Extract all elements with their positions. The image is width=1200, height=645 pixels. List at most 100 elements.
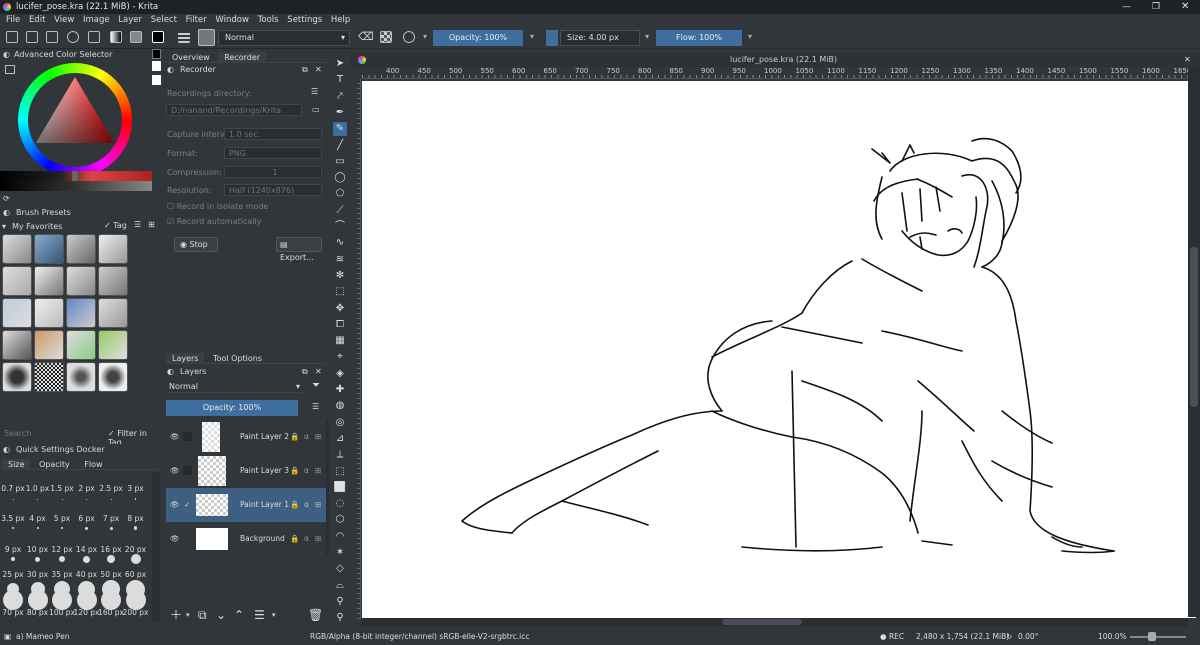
- tab-flow[interactable]: Flow: [78, 459, 108, 470]
- capture-interval-input[interactable]: 1.0 sec.: [224, 128, 322, 140]
- format-select[interactable]: PNG: [224, 147, 322, 159]
- tab-layers[interactable]: Layers: [166, 353, 205, 364]
- multibrush-icon[interactable]: ✻: [333, 269, 347, 283]
- fill-tool-icon[interactable]: ◍: [333, 399, 347, 413]
- new-document-icon[interactable]: [6, 31, 18, 43]
- inherit-alpha-icon[interactable]: ⊞: [315, 488, 321, 522]
- gradient-icon[interactable]: [110, 31, 122, 43]
- menu-help[interactable]: Help: [331, 14, 350, 27]
- brush-size-dot[interactable]: [60, 526, 64, 530]
- layer-blend-select[interactable]: Normal ▾: [166, 381, 302, 393]
- brush-size-dot[interactable]: [130, 554, 141, 564]
- edit-shapes-icon[interactable]: ⤤: [333, 90, 347, 104]
- tag-button[interactable]: ✓ Tag: [104, 221, 127, 230]
- measure-tool-icon[interactable]: ⟂: [333, 448, 347, 462]
- eye-icon[interactable]: 👁: [170, 454, 180, 488]
- dynamic-brush-icon[interactable]: ≋: [333, 253, 347, 267]
- rectangle-tool-icon[interactable]: ▭: [333, 155, 347, 169]
- rec-indicator[interactable]: ● REC: [880, 628, 904, 645]
- eye-icon[interactable]: 👁: [170, 522, 180, 556]
- gradient-tool-icon[interactable]: ▦: [333, 334, 347, 348]
- menu-settings[interactable]: Settings: [287, 14, 322, 27]
- reference-images-icon[interactable]: ⬚: [333, 465, 347, 479]
- eye-icon[interactable]: 👁: [170, 420, 180, 454]
- close-dock-icon[interactable]: ✕: [315, 366, 322, 378]
- brush-size-dot[interactable]: [109, 526, 113, 530]
- tab-overview[interactable]: Overview: [166, 52, 216, 63]
- inherit-alpha-icon[interactable]: ⊞: [315, 420, 321, 454]
- brush-size-dot[interactable]: [3, 590, 23, 610]
- freehand-path-icon[interactable]: ∿: [333, 236, 347, 250]
- brush-size-dot[interactable]: [35, 556, 40, 562]
- brush-size-dot[interactable]: [101, 590, 121, 610]
- brush-size-dot[interactable]: [27, 590, 48, 610]
- chevron-down-icon[interactable]: ▾: [645, 32, 649, 41]
- ellipse-select-icon[interactable]: ◌: [333, 497, 347, 511]
- float-dock-icon[interactable]: ⧉: [302, 366, 308, 378]
- size-slider[interactable]: Size: 4.00 px: [560, 30, 640, 46]
- brush-preset[interactable]: [66, 362, 96, 392]
- layer-opacity-slider[interactable]: Opacity: 100%: [166, 400, 298, 416]
- similar-select-icon[interactable]: ◇: [333, 562, 347, 576]
- zoom-slider-handle[interactable]: [1148, 632, 1156, 641]
- text-tool-icon[interactable]: T: [333, 73, 347, 87]
- layer-row-paint-layer-3[interactable]: 👁 Paint Layer 3 🔒 α ⊞: [166, 454, 326, 488]
- brush-size-dot[interactable]: [76, 590, 97, 610]
- brush-preset[interactable]: [2, 298, 32, 328]
- brush-search-input[interactable]: Search: [0, 428, 104, 440]
- freehand-brush-icon[interactable]: ✎: [333, 122, 347, 137]
- brush-size-dot[interactable]: [36, 527, 39, 529]
- stop-button[interactable]: ◉ Stop: [174, 237, 218, 252]
- layer-row-background[interactable]: 👁 Background 🔒 α ⊞: [166, 522, 326, 556]
- lock-icon[interactable]: 🔒: [290, 488, 299, 522]
- color-triangle[interactable]: [28, 73, 122, 167]
- bezier-select-icon[interactable]: ⌓: [333, 579, 347, 593]
- chevron-down-icon[interactable]: ▾: [272, 606, 276, 624]
- menu-tools[interactable]: Tools: [258, 14, 279, 27]
- canvas-vertical-scrollbar[interactable]: [1188, 67, 1200, 617]
- close-document-icon[interactable]: ✕: [1184, 53, 1191, 67]
- brush-preset[interactable]: [98, 298, 128, 328]
- alpha-lock-icon[interactable]: α: [304, 488, 309, 522]
- fg-bg-swatch[interactable]: [152, 49, 161, 89]
- layer-name[interactable]: Background: [240, 522, 285, 556]
- layer-scrollbar[interactable]: [326, 420, 329, 555]
- resolution-select[interactable]: Half (1240x876): [224, 184, 322, 196]
- menu-view[interactable]: View: [54, 14, 74, 27]
- duplicate-layer-icon[interactable]: ⧉: [198, 606, 207, 624]
- close-window-icon[interactable]: ✕: [1181, 0, 1189, 14]
- add-layer-icon[interactable]: ＋: [170, 606, 182, 624]
- layer-select-box[interactable]: [183, 466, 192, 475]
- eye-icon[interactable]: 👁: [170, 488, 180, 522]
- opacity-slider[interactable]: Opacity: 100%: [433, 30, 523, 46]
- recordings-dir-input[interactable]: D:/nanand/Recordings/Krita: [166, 104, 302, 116]
- layer-name[interactable]: Paint Layer 1: [240, 488, 289, 522]
- menu-filter[interactable]: Filter: [186, 14, 207, 27]
- layer-name[interactable]: Paint Layer 2: [240, 420, 289, 454]
- maximize-icon[interactable]: ❐: [1152, 0, 1160, 14]
- delete-layer-icon[interactable]: 🗑: [308, 606, 323, 624]
- eraser-mode-icon[interactable]: ⌫: [358, 31, 374, 43]
- smart-patch-icon[interactable]: ✚: [333, 383, 347, 397]
- brush-preset[interactable]: [34, 330, 64, 360]
- canvas-horizontal-scrollbar[interactable]: [362, 618, 1188, 626]
- tab-size[interactable]: Size: [2, 459, 31, 470]
- menu-file[interactable]: File: [6, 14, 20, 27]
- minimize-icon[interactable]: —: [1122, 0, 1131, 14]
- pattern-icon[interactable]: [130, 31, 142, 43]
- brush-preset[interactable]: [98, 330, 128, 360]
- brush-preset[interactable]: [2, 234, 32, 264]
- quick-settings-scrollbar[interactable]: [152, 472, 160, 622]
- zoom-tool-icon[interactable]: ⚲: [333, 611, 347, 625]
- close-dock-icon[interactable]: ✕: [315, 64, 322, 76]
- bezier-tool-icon[interactable]: ⌒: [333, 220, 347, 234]
- polygon-select-icon[interactable]: ⬡: [333, 513, 347, 527]
- layer-name[interactable]: Paint Layer 3: [240, 454, 289, 488]
- brush-size-dot[interactable]: [110, 498, 112, 500]
- brush-size-dot[interactable]: [61, 498, 63, 500]
- layer-row-paint-layer-2[interactable]: 👁 Paint Layer 2 🔒 α ⊞: [166, 420, 326, 454]
- brush-size-dot[interactable]: [85, 526, 88, 530]
- calligraphy-icon[interactable]: ✒: [333, 106, 347, 120]
- layer-menu-icon[interactable]: ☰: [312, 402, 319, 411]
- color-settings-icon[interactable]: [5, 65, 15, 74]
